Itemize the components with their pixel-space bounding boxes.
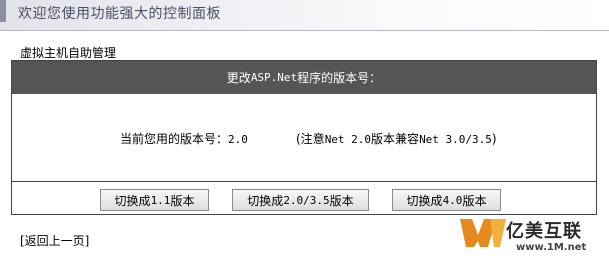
panel-body: 当前您用的版本号：2.0 (注意Net 2.0版本兼容Net 3.0/3.5) bbox=[12, 94, 596, 182]
note-compat: Net 3.0/3.5 bbox=[419, 133, 492, 146]
panel-heading-prefix: 更改 bbox=[226, 71, 251, 85]
note-mid: 版本兼容 bbox=[371, 132, 420, 146]
note-open: (注意 bbox=[296, 132, 325, 146]
panel-heading-tech: ASP.Net bbox=[250, 71, 298, 84]
btn-prefix: 切换成 bbox=[247, 193, 284, 208]
compatibility-note: (注意Net 2.0版本兼容Net 3.0/3.5) bbox=[296, 130, 497, 147]
note-close: ) bbox=[491, 132, 497, 146]
btn-prefix: 切换成 bbox=[406, 193, 443, 208]
btn-prefix: 切换成 bbox=[114, 193, 151, 208]
switch-4-0-button[interactable]: 切换成 4.0 版本 bbox=[392, 189, 501, 211]
brand-logo-url: www.1M.net bbox=[516, 242, 587, 253]
page-header: 欢迎您使用功能强大的控制面板 bbox=[0, 0, 609, 31]
switch-1-1-button[interactable]: 切换成 1.1 版本 bbox=[100, 189, 209, 211]
brand-logo-mark-icon bbox=[460, 219, 506, 247]
current-version-label: 当前您用的版本号： bbox=[120, 132, 229, 146]
btn-suffix: 版本 bbox=[462, 193, 487, 208]
btn-suffix: 版本 bbox=[170, 193, 195, 208]
current-version-value: 2.0 bbox=[228, 133, 248, 146]
note-tech: Net 2.0 bbox=[324, 133, 372, 146]
btn-version: 2.0/3.5 bbox=[283, 193, 330, 207]
btn-version: 4.0 bbox=[442, 193, 463, 207]
brand-logo-name: 亿美互联 bbox=[506, 221, 582, 242]
btn-suffix: 版本 bbox=[329, 193, 354, 208]
version-panel: 更改 ASP.Net 程序的版本号： 当前您用的版本号：2.0 (注意Net 2.0… bbox=[11, 60, 597, 215]
section-title: 虚拟主机自助管理 bbox=[20, 46, 117, 60]
switch-2-0-3-5-button[interactable]: 切换成 2.0/3.5 版本 bbox=[232, 189, 369, 211]
back-link[interactable]: [返回上一页] bbox=[20, 232, 89, 249]
current-version-row: 当前您用的版本号：2.0 bbox=[120, 130, 248, 147]
header-accent-bar bbox=[0, 0, 6, 22]
btn-version: 1.1 bbox=[150, 193, 171, 207]
page-title: 欢迎您使用功能强大的控制面板 bbox=[18, 6, 221, 22]
brand-logo: 亿美互联 www.1M.net bbox=[458, 213, 609, 279]
panel-heading: 更改 ASP.Net 程序的版本号： bbox=[12, 61, 596, 94]
panel-heading-suffix: 程序的版本号： bbox=[297, 71, 382, 85]
